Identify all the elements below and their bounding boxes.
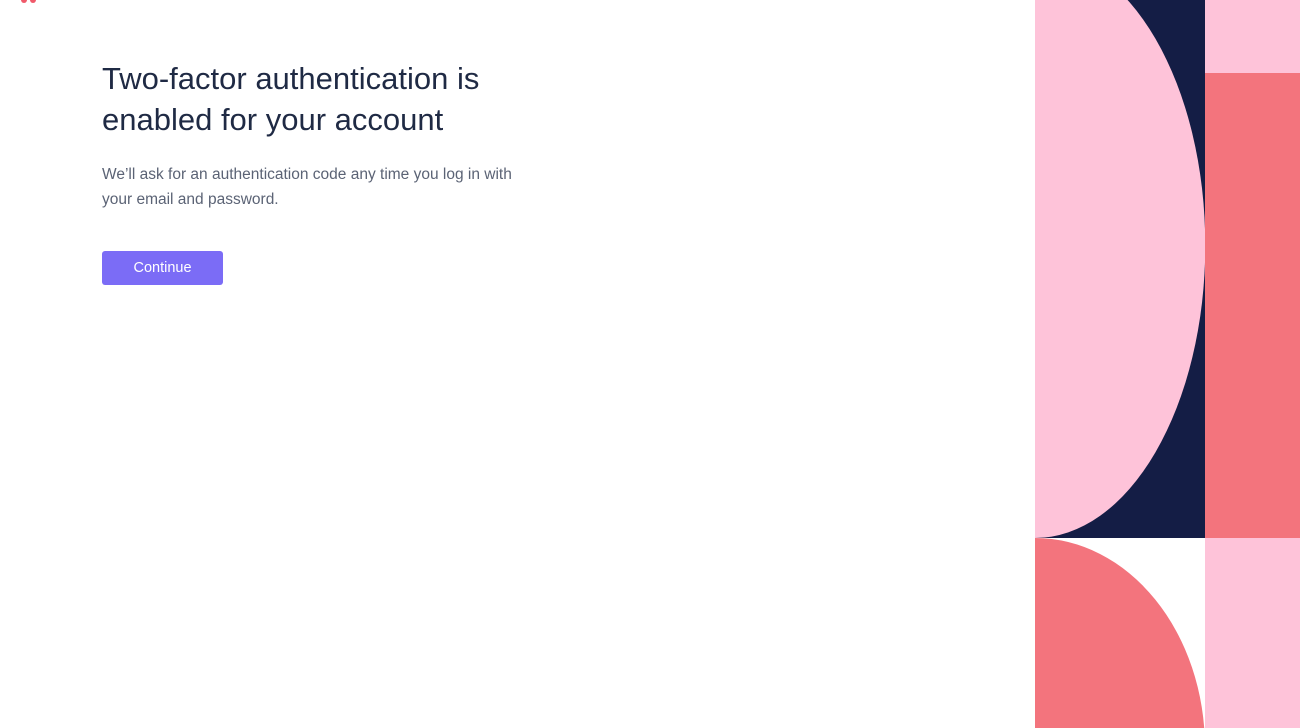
main-content: Two-factor authentication is enabled for… — [102, 58, 532, 285]
decorative-geometric-panel — [1035, 0, 1300, 728]
page-description: We’ll ask for an authentication code any… — [102, 166, 512, 208]
two-factor-confirmation-page: Two-factor authentication is enabled for… — [0, 0, 1300, 728]
decor-pink-strip-top — [1205, 0, 1300, 73]
brand-logo-icon — [18, 0, 48, 4]
decor-coral-strip — [1205, 73, 1300, 538]
page-title: Two-factor authentication is enabled for… — [102, 61, 480, 137]
continue-button[interactable]: Continue — [102, 251, 223, 285]
decor-pink-strip-bottom — [1205, 538, 1300, 728]
